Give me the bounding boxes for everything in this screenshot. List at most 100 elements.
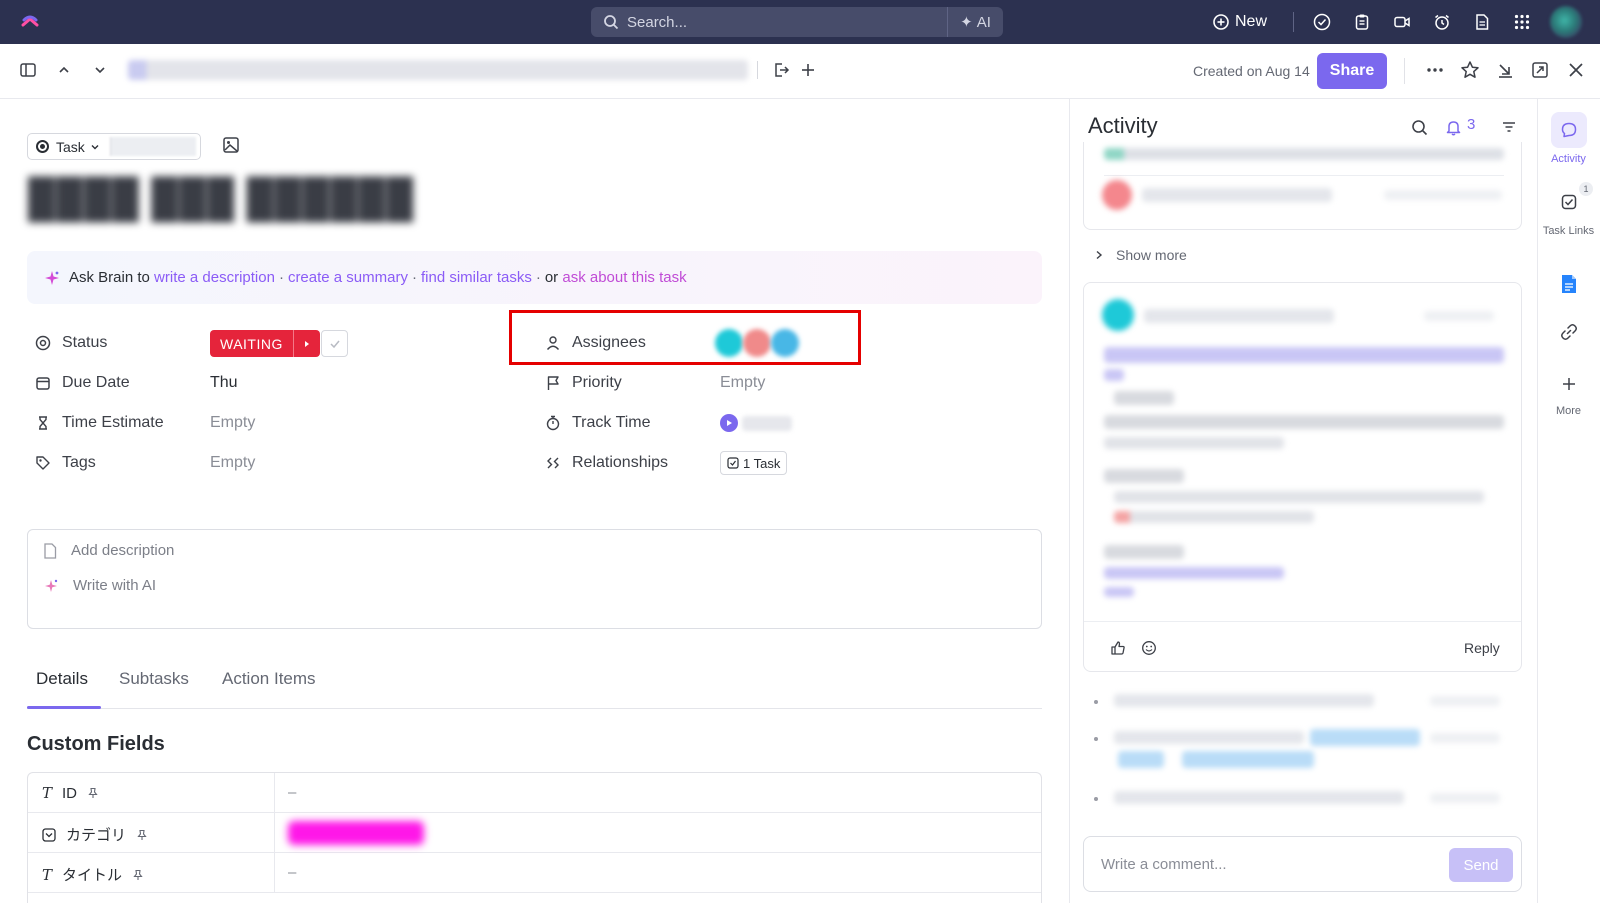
- hourglass-icon: [34, 414, 52, 432]
- clickup-logo-icon[interactable]: [20, 12, 40, 32]
- comment-link[interactable]: [1104, 369, 1124, 381]
- task-title[interactable]: ████ ███ ██████: [28, 178, 440, 222]
- rail-more[interactable]: More: [1537, 366, 1600, 417]
- tags-value[interactable]: Empty: [210, 454, 255, 472]
- ask-about-task-link[interactable]: ask about this task: [562, 269, 686, 286]
- description-box[interactable]: Add description Write with AI: [27, 529, 1042, 629]
- chevron-right-icon: [1096, 250, 1103, 260]
- clipboard-icon[interactable]: [1352, 12, 1372, 32]
- find-similar-tasks-link[interactable]: find similar tasks: [421, 269, 532, 286]
- activity-card[interactable]: [1083, 142, 1522, 230]
- notification-count[interactable]: 3: [1467, 116, 1475, 133]
- write-with-ai-button[interactable]: Write with AI: [43, 577, 156, 594]
- share-button[interactable]: Share: [1317, 53, 1387, 89]
- bell-icon[interactable]: [1442, 116, 1464, 138]
- show-more-button[interactable]: Show more: [1094, 247, 1187, 263]
- custom-field-value[interactable]: –: [288, 864, 296, 881]
- reply-button[interactable]: Reply: [1464, 640, 1500, 656]
- send-button[interactable]: Send: [1449, 848, 1513, 882]
- comment-link[interactable]: [1104, 347, 1504, 363]
- chat-bubble-icon: [1550, 112, 1587, 148]
- custom-field-name: カテゴリ: [66, 827, 127, 844]
- plus-icon[interactable]: [797, 59, 819, 81]
- field-track-time: Track Time: [544, 414, 651, 432]
- add-description-button[interactable]: Add description: [43, 542, 174, 559]
- rail-link[interactable]: [1537, 314, 1600, 350]
- search-icon[interactable]: [1408, 116, 1430, 138]
- breadcrumb[interactable]: [128, 60, 748, 80]
- time-estimate-value[interactable]: Empty: [210, 414, 255, 432]
- custom-field-row[interactable]: T タイトル –: [28, 853, 1041, 893]
- create-summary-link[interactable]: create a summary: [288, 269, 408, 286]
- comment-text: [1104, 415, 1504, 429]
- tab-subtasks[interactable]: Subtasks: [119, 669, 189, 689]
- activity-bullet: [1094, 700, 1098, 704]
- document-icon: [44, 542, 57, 559]
- divider: [274, 853, 275, 893]
- search-bar[interactable]: Search...: [591, 7, 947, 37]
- separator-dot: ·: [535, 269, 541, 286]
- alarm-icon[interactable]: [1432, 12, 1452, 32]
- sparkle-icon: [45, 270, 59, 285]
- status-badge[interactable]: WAITING: [210, 330, 320, 357]
- chevron-down-icon[interactable]: [89, 59, 111, 81]
- field-priority: Priority: [544, 374, 622, 392]
- field-label: Tags: [62, 454, 96, 471]
- custom-field-row[interactable]: T ID –: [28, 773, 1041, 813]
- tab-action-items[interactable]: Action Items: [222, 669, 316, 689]
- category-value-tag[interactable]: [288, 821, 424, 845]
- minimize-icon[interactable]: [1494, 59, 1516, 81]
- plus-icon: [1551, 366, 1587, 402]
- comment-link[interactable]: [1104, 587, 1134, 597]
- tab-details[interactable]: Details: [36, 669, 88, 689]
- next-status-icon[interactable]: [292, 330, 320, 357]
- chevron-up-icon[interactable]: [53, 59, 75, 81]
- avatar: [1102, 180, 1132, 210]
- move-task-icon[interactable]: [770, 59, 792, 81]
- ai-button[interactable]: ✦ AI: [947, 7, 1003, 37]
- star-icon[interactable]: [1459, 59, 1481, 81]
- new-button[interactable]: New: [1213, 10, 1267, 34]
- document-icon[interactable]: [1472, 12, 1492, 32]
- emoji-icon[interactable]: [1141, 640, 1157, 656]
- write-with-ai-label: Write with AI: [73, 577, 157, 594]
- close-icon[interactable]: [1565, 59, 1587, 81]
- priority-value[interactable]: Empty: [720, 374, 765, 392]
- filter-icon[interactable]: [1498, 116, 1520, 138]
- comment-link[interactable]: [1104, 567, 1284, 579]
- write-description-link[interactable]: write a description: [154, 269, 275, 286]
- highlight-box: [509, 310, 861, 365]
- task-type-selector[interactable]: Task: [27, 133, 201, 160]
- user-avatar[interactable]: [1550, 6, 1582, 38]
- video-icon[interactable]: [1392, 12, 1412, 32]
- apps-grid-icon[interactable]: [1512, 12, 1532, 32]
- rail-google-docs[interactable]: [1537, 266, 1600, 302]
- avatar: [1102, 299, 1134, 331]
- expand-icon[interactable]: [1529, 59, 1551, 81]
- rail-activity[interactable]: Activity: [1537, 112, 1600, 165]
- timestamp: [1430, 793, 1500, 803]
- check-circle-icon[interactable]: [1312, 12, 1332, 32]
- more-options-icon[interactable]: [1424, 59, 1446, 81]
- stopwatch-icon: [544, 414, 562, 432]
- start-timer-button[interactable]: [720, 414, 738, 432]
- task-id[interactable]: [110, 137, 196, 156]
- relationship-chip[interactable]: 1 Task: [720, 451, 788, 475]
- ask-brain-bar: Ask Brain to write a description · creat…: [27, 251, 1042, 304]
- custom-field-row[interactable]: カテゴリ: [28, 813, 1041, 853]
- thumbs-up-icon[interactable]: [1110, 640, 1126, 656]
- add-description-label: Add description: [71, 542, 175, 559]
- sidebar-toggle-icon[interactable]: [17, 59, 39, 81]
- separator-dot: ·: [278, 269, 284, 286]
- comment-text: [1104, 437, 1284, 449]
- divider: [1293, 12, 1294, 32]
- field-status: Status: [34, 334, 107, 352]
- complete-status-button[interactable]: [321, 330, 348, 357]
- image-icon[interactable]: [222, 136, 240, 154]
- activity-tag: [1182, 751, 1314, 768]
- custom-field-value[interactable]: –: [288, 784, 296, 801]
- rail-label: More: [1555, 405, 1582, 417]
- text-type-icon: T: [42, 784, 53, 802]
- comment-card[interactable]: [1083, 282, 1522, 672]
- due-date-value[interactable]: Thu: [210, 374, 238, 392]
